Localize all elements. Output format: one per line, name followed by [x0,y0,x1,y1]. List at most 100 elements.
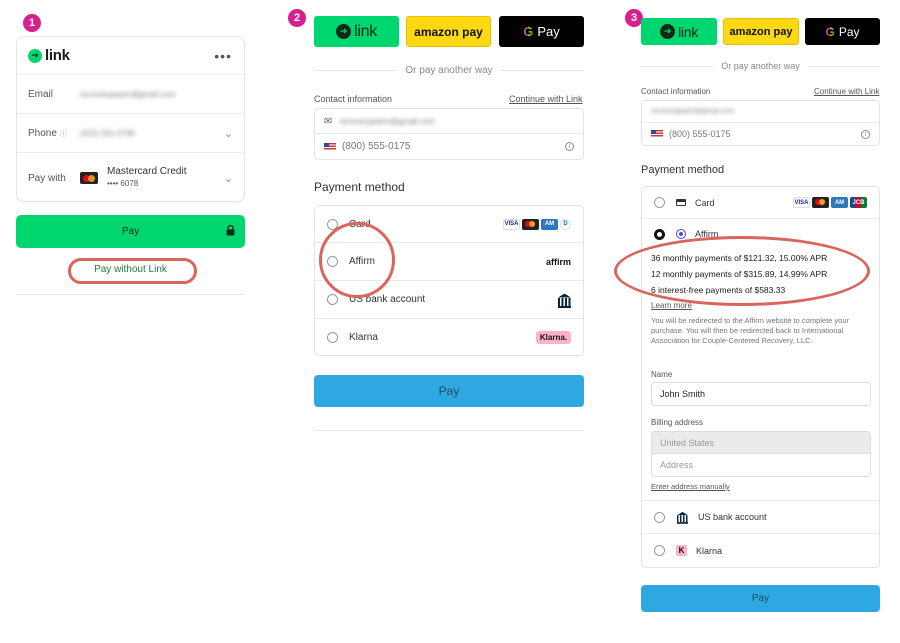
google-g-icon: G [523,24,534,39]
contact-box: recoverypaem@gmail.com (800) 555-0175 i [641,100,880,146]
affirm-icon [676,229,686,239]
klarna-logo-icon: Klarna. [535,331,571,344]
link-wallet-button[interactable]: ➜ link [641,18,717,45]
google-pay-button[interactable]: G Pay [805,18,880,45]
phone-field[interactable]: (800) 555-0175 i [315,134,583,159]
phone-field[interactable]: (800) 555-0175 i [642,123,879,145]
method-affirm[interactable]: Affirm affirm [315,243,583,281]
method-card[interactable]: Card VISA AM JCB [642,187,879,219]
info-icon: i [861,129,870,139]
step-badge-1: 1 [23,14,41,32]
method-card[interactable]: Card VISA AM D [315,206,583,243]
mastercard-icon [812,197,829,208]
divider [314,430,584,431]
or-divider: Or pay another way [641,61,881,71]
redirect-notice: You will be redirected to the Affirm web… [651,316,850,345]
learn-more-link[interactable]: Learn more [651,301,692,310]
method-bank[interactable]: US bank account [315,281,583,319]
pay-with-row[interactable]: Pay with Mastercard Credit •••• 6078 ⌄ [17,153,244,203]
radio-klarna[interactable] [654,545,665,556]
continue-with-link[interactable]: Continue with Link [814,87,879,96]
radio-bank[interactable] [327,294,338,305]
link-pay-button[interactable]: Pay [16,215,245,248]
amazon-pay-button[interactable]: amazon pay [406,16,491,47]
card-brands: VISA AM D [503,218,571,230]
email-field[interactable]: recoverypaem@gmail.com [642,101,879,123]
bank-icon [676,512,689,524]
envelope-icon: ✉ [324,115,333,127]
phone-row[interactable]: Phone ⓘ (415) 341-2706 ⌄ [17,114,244,153]
payment-method-title: Payment method [641,164,725,176]
us-flag-icon [651,130,663,138]
divider [16,294,245,295]
pay-without-link-button[interactable]: Pay without Link [0,264,261,275]
email-value: recoverypaem@gmail.com [80,89,176,99]
amazon-pay-button[interactable]: amazon pay [723,18,799,45]
continue-with-link[interactable]: Continue with Link [509,94,583,104]
email-field[interactable]: ✉ recoverypaem@gmail.com [315,109,583,134]
phone-label: Phone ⓘ [28,127,67,139]
payment-method-title: Payment method [314,180,405,194]
card-name: Mastercard Credit [107,166,187,177]
visa-icon: VISA [793,197,810,208]
affirm-logo-icon: affirm [545,256,571,267]
chevron-down-icon[interactable]: ⌄ [224,172,233,185]
plan-12-months[interactable]: 12 monthly payments of $315.89, 14.99% A… [651,269,827,279]
plan-6-months[interactable]: 6 interest-free payments of $583.33 [651,285,785,295]
amex-icon: AM [831,197,848,208]
link-arrow-icon: ➜ [660,24,676,39]
google-g-icon: G [825,24,835,39]
payment-method-list: Card VISA AM D Affirm affirm US bank acc… [314,205,584,356]
payment-method-list: Card VISA AM JCB Affirm US bank account … [641,186,880,568]
pay-button[interactable]: Pay [641,585,880,612]
link-account-card: ➜ link ••• Email recoverypaem@gmail.com … [16,36,245,202]
method-klarna[interactable]: Klarna Klarna. [315,319,583,356]
address-input[interactable]: Address [651,453,871,477]
card-brands: VISA AM JCB [793,197,867,208]
mastercard-icon [522,218,539,230]
pay-button[interactable]: Pay [314,375,584,407]
email-label: Email [28,88,54,100]
klarna-icon: K [676,545,687,556]
info-icon: i [565,142,574,151]
more-menu-icon[interactable]: ••• [214,48,232,64]
name-input[interactable]: John Smith [651,382,871,406]
us-flag-icon [324,142,336,151]
google-pay-button[interactable]: G Pay [499,16,584,47]
diners-icon: D [560,218,571,230]
visa-icon: VISA [503,218,520,230]
enter-address-manually-link[interactable]: Enter address manually [651,482,730,491]
method-klarna[interactable]: K Klarna [642,534,879,567]
method-bank[interactable]: US bank account [642,501,879,534]
link-card-header: ➜ link ••• [17,37,244,75]
amex-icon: AM [541,218,558,230]
radio-bank[interactable] [654,511,665,523]
credit-card-icon [676,199,686,206]
lock-icon [226,225,235,236]
radio-affirm[interactable] [327,256,338,267]
or-divider: Or pay another way [314,65,585,76]
radio-affirm-selected[interactable] [654,228,665,240]
country-select[interactable]: United States [651,431,871,454]
contact-info-label: Contact information [641,87,711,96]
card-details: Mastercard Credit •••• 6078 [107,166,224,190]
jcb-icon: JCB [850,197,867,208]
method-affirm[interactable]: Affirm [642,219,879,249]
radio-klarna[interactable] [327,332,338,343]
radio-card[interactable] [654,197,665,208]
email-row: Email recoverypaem@gmail.com [17,75,244,114]
chevron-down-icon[interactable]: ⌄ [224,127,233,140]
contact-info-label: Contact information [314,94,393,104]
link-arrow-icon: ➜ [28,48,42,63]
radio-card[interactable] [327,218,338,230]
step-badge-2: 2 [288,9,306,27]
link-arrow-icon: ➜ [336,24,352,39]
bank-icon [558,294,571,308]
link-wallet-button[interactable]: ➜ link [314,16,399,47]
plan-36-months[interactable]: 36 monthly payments of $121.32, 15.00% A… [651,253,827,263]
phone-value: (415) 341-2706 [80,128,135,138]
pay-with-label: Pay with [28,172,66,184]
name-label: Name [651,370,673,379]
mastercard-icon [80,172,98,184]
contact-box: ✉ recoverypaem@gmail.com (800) 555-0175 … [314,108,584,160]
